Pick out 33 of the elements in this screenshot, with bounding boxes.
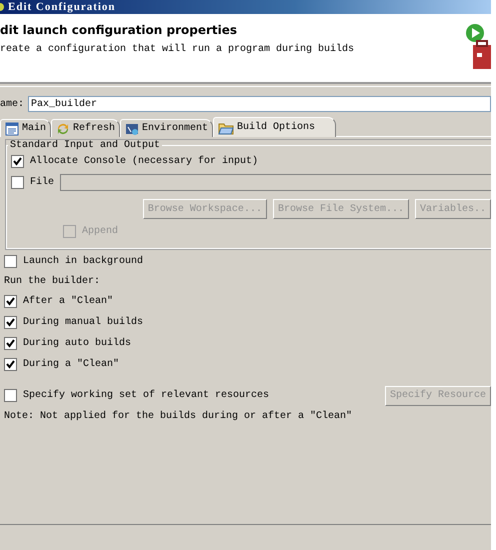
tab[interactable]: Environment <box>120 119 214 137</box>
checkbox[interactable] <box>11 155 24 168</box>
checkbox-label: During manual builds <box>23 317 144 328</box>
refresh-icon <box>56 122 70 136</box>
checkbox-label: Specify working set of relevant resources <box>23 390 270 401</box>
checkbox[interactable] <box>4 358 17 371</box>
tab[interactable]: Build Options <box>213 117 336 137</box>
checkbox[interactable] <box>4 255 17 268</box>
checkbox-label: After a "Clean" <box>23 296 114 307</box>
checkbox-label: Append <box>82 226 118 237</box>
name-label: ame: <box>0 98 24 110</box>
header-description: reate a configuration that will run a program during builds <box>0 44 354 55</box>
folder-icon <box>218 120 234 134</box>
name-field[interactable]: Pax_builder <box>28 96 491 112</box>
file-field[interactable] <box>60 174 491 191</box>
checkbox[interactable] <box>11 176 24 189</box>
window-title: Edit Configuration <box>8 1 116 13</box>
checkbox-label: File <box>30 177 54 188</box>
checkbox-label: During auto builds <box>23 338 132 349</box>
header-title: dit launch configuration properties <box>0 23 238 37</box>
note-text: Note: Not applied for the builds during or after a "Clean" <box>4 410 354 424</box>
group-title: Standard Input and Output <box>9 140 162 151</box>
checkbox-label: During a "Clean" <box>23 359 120 370</box>
checkbox[interactable] <box>4 295 17 308</box>
tab[interactable]: Refresh <box>51 119 120 137</box>
tab[interactable]: Main <box>0 119 52 137</box>
checkbox[interactable] <box>4 337 17 350</box>
document-icon <box>5 122 19 136</box>
checkbox[interactable] <box>4 389 17 402</box>
section-label: Run the builder: <box>4 274 102 289</box>
checkbox[interactable] <box>4 316 17 329</box>
checkbox-label: Launch in background <box>23 256 144 267</box>
checkbox-label: Allocate Console (necessary for input) <box>30 156 258 167</box>
